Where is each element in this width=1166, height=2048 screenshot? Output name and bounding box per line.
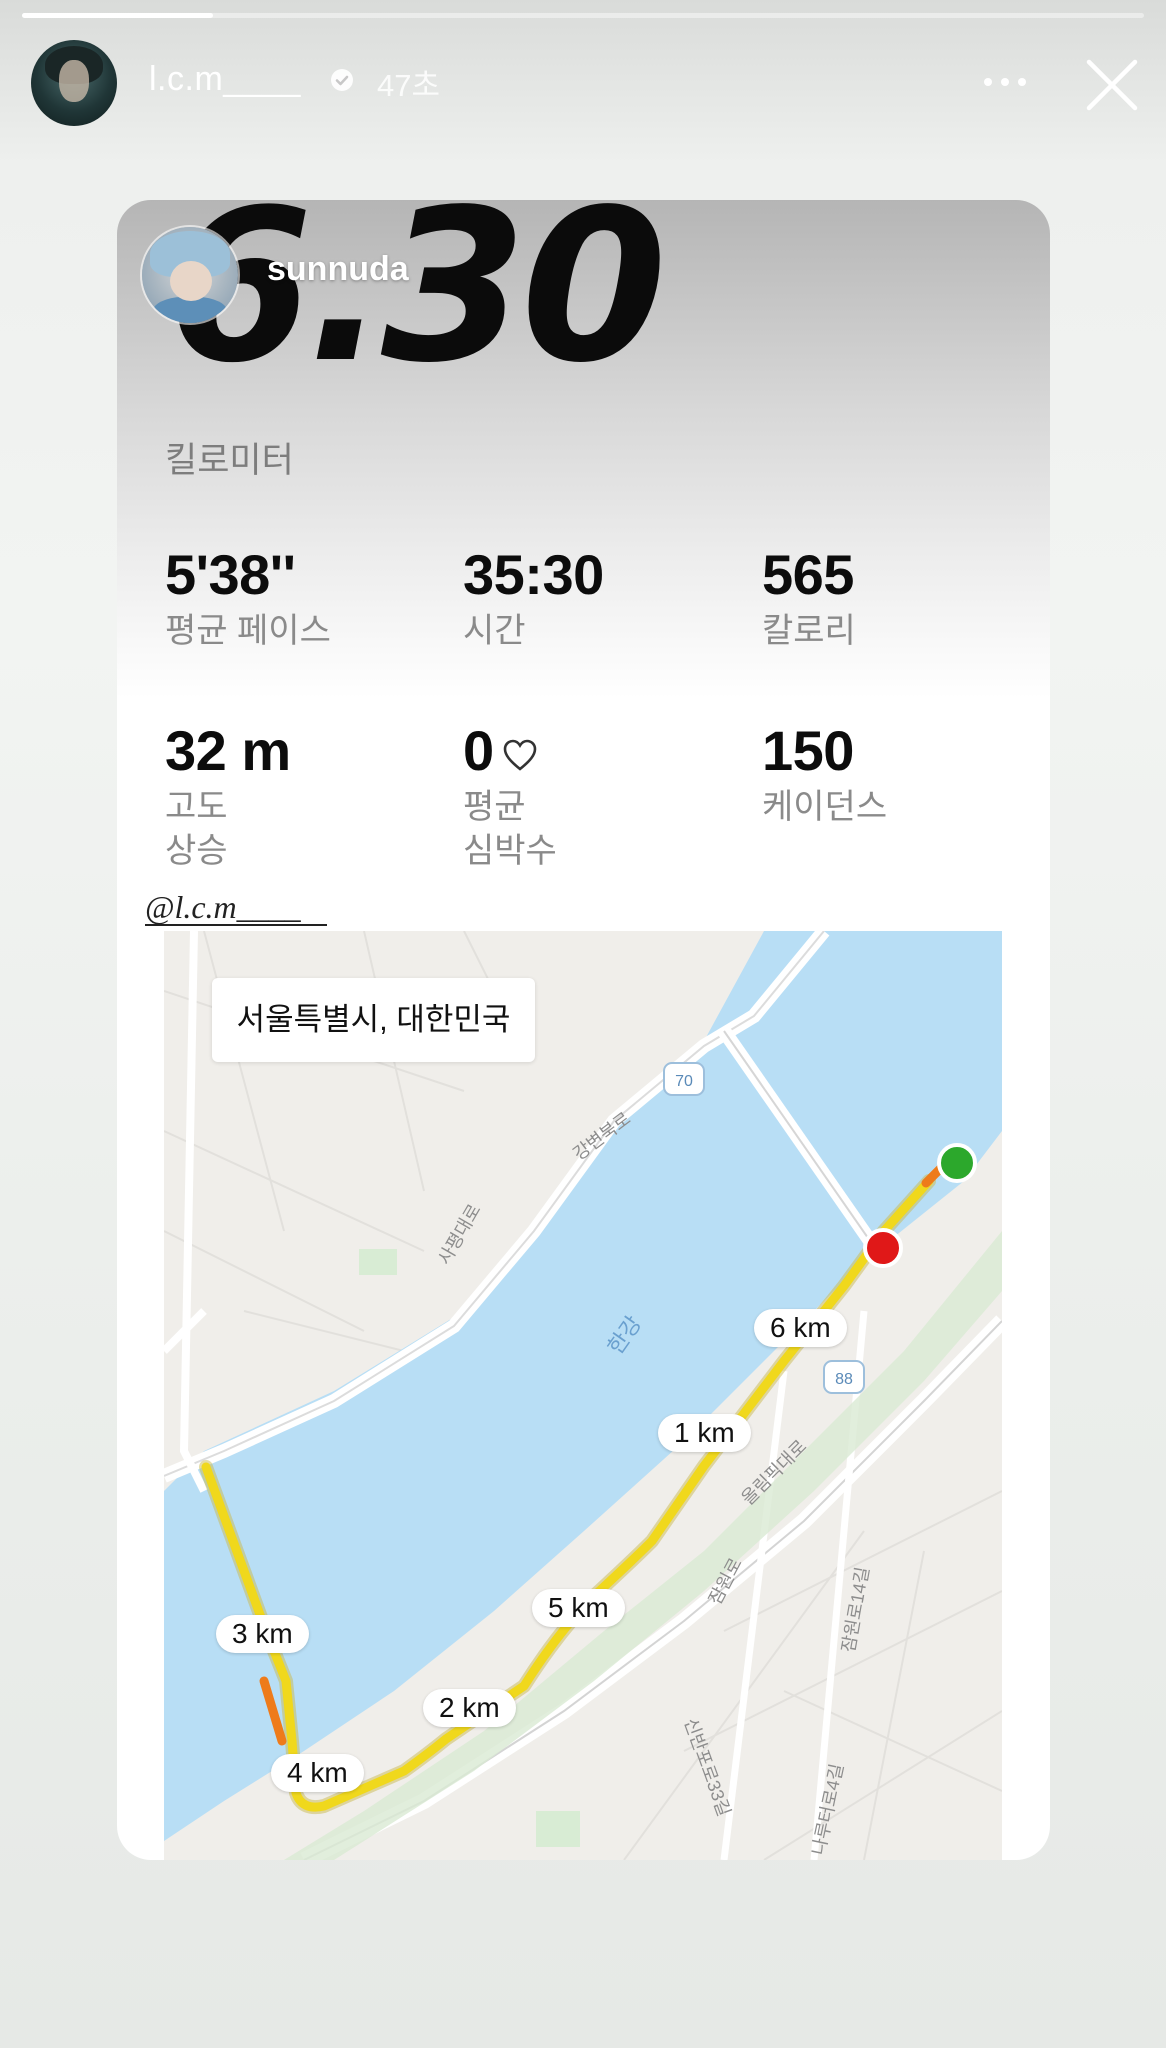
- stat-elevation-gain: 32 m 고도 상승: [165, 723, 291, 873]
- location-label: 서울특별시, 대한민국: [212, 978, 535, 1062]
- svg-text:88: 88: [835, 1371, 853, 1388]
- stat-value: 150: [762, 719, 854, 782]
- svg-text:70: 70: [675, 1073, 693, 1090]
- km-marker: 3 km: [216, 1615, 309, 1653]
- stat-label: 고도 상승: [165, 788, 228, 870]
- km-marker: 4 km: [271, 1754, 364, 1792]
- stat-value: 5'38'': [165, 543, 296, 606]
- km-marker: 2 km: [423, 1689, 516, 1727]
- stat-label: 평균 심박수: [463, 788, 557, 870]
- tagged-user-avatar[interactable]: [142, 227, 238, 323]
- run-summary-card: 6.30 sunnuda 킬로미터 5'38'' 평균 페이스 35:30 시간…: [117, 200, 1050, 1860]
- stat-time: 35:30 시간: [463, 547, 604, 653]
- distance-unit: 킬로미터: [165, 441, 294, 480]
- end-marker: [863, 1228, 903, 1268]
- stat-label: 케이던스: [762, 788, 888, 826]
- verified-badge-icon: [331, 69, 353, 91]
- stat-value: 0: [463, 719, 494, 782]
- km-marker: 1 km: [658, 1414, 751, 1452]
- more-options-button[interactable]: [984, 66, 1028, 96]
- mention-sticker[interactable]: @l.c.m____: [145, 890, 327, 926]
- distance-value: 6.30: [167, 200, 667, 409]
- route-shield-88: 88: [823, 1360, 865, 1394]
- km-marker: 6 km: [754, 1309, 847, 1347]
- stat-avg-heart-rate: 0 평균 심박수: [463, 723, 557, 873]
- stat-calories: 565 칼로리: [762, 547, 856, 653]
- stat-cadence: 150 케이던스: [762, 723, 887, 829]
- stat-label: 시간: [463, 612, 526, 650]
- story-time: 47초: [377, 68, 441, 103]
- close-icon[interactable]: [1083, 56, 1141, 114]
- km-marker: 5 km: [532, 1589, 625, 1627]
- story-header: l.c.m____ 47초: [0, 0, 1166, 140]
- user-avatar[interactable]: [31, 40, 117, 126]
- route-shield-70: 70: [663, 1062, 705, 1096]
- stat-label: 칼로리: [762, 612, 856, 650]
- tagged-username[interactable]: sunnuda: [267, 250, 409, 289]
- stat-avg-pace: 5'38'' 평균 페이스: [165, 547, 331, 653]
- stat-value: 32 m: [165, 719, 291, 782]
- username[interactable]: l.c.m____: [149, 60, 301, 99]
- route-map[interactable]: 70 88 한강 강변북로 올림픽대로 잠원로 잠원로14길 신반포로33길 나…: [164, 931, 1002, 1860]
- stat-value: 565: [762, 543, 854, 606]
- map-canvas: 70 88 한강 강변북로 올림픽대로 잠원로 잠원로14길 신반포로33길 나…: [164, 931, 1002, 1860]
- stat-value: 35:30: [463, 543, 604, 606]
- stat-label: 평균 페이스: [165, 612, 331, 650]
- start-marker: [937, 1143, 977, 1183]
- heart-outline-icon: [503, 739, 536, 771]
